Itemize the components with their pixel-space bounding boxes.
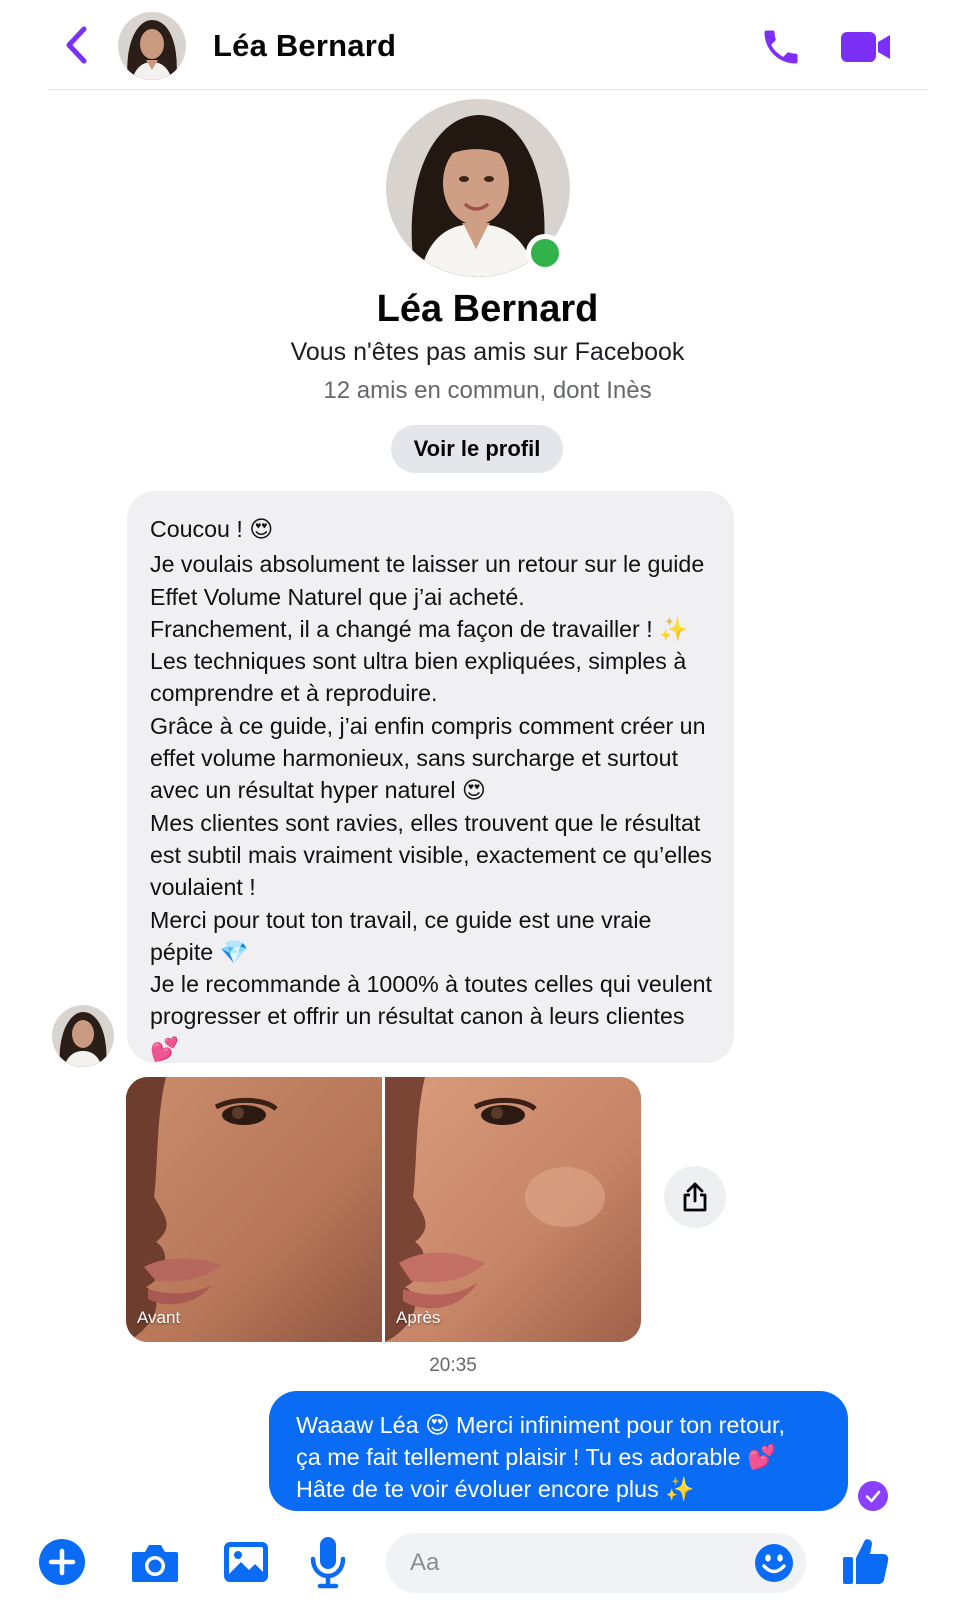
photo-before[interactable]: Avant <box>126 1077 382 1342</box>
mutual-friends: 12 amis en commun, dont Inès <box>323 377 652 404</box>
video-call-button[interactable] <box>838 26 894 68</box>
like-button[interactable] <box>840 1532 890 1590</box>
gallery-button[interactable] <box>221 1538 271 1586</box>
profile-name: Léa Bernard <box>376 288 599 330</box>
share-button[interactable] <box>664 1166 726 1228</box>
view-profile-button[interactable]: Voir le profil <box>391 425 563 473</box>
message-line: ça me fait tellement plaisir ! Tu es ado… <box>296 1444 777 1470</box>
smiley-icon <box>755 1544 793 1582</box>
chevron-left-icon <box>66 26 87 64</box>
microphone-icon <box>310 1537 346 1589</box>
contact-name[interactable]: Léa Bernard <box>213 28 396 64</box>
message-line: Coucou ! 😍 <box>150 516 274 542</box>
friendship-status: Vous n'êtes pas amis sur Facebook <box>290 338 685 366</box>
conversation-header: Léa Bernard <box>0 0 975 90</box>
message-line: Grâce à ce guide, j’ai enfin compris com… <box>150 712 706 804</box>
message-line: Je voulais absolument te laisser un reto… <box>150 551 705 610</box>
message-line: Hâte de te voir évoluer encore plus ✨ <box>296 1476 695 1502</box>
contact-avatar[interactable] <box>118 12 186 80</box>
message-line: Franchement, il a changé ma façon de tra… <box>150 615 688 642</box>
thumbs-up-icon <box>843 1539 889 1584</box>
audio-call-button[interactable] <box>758 24 804 70</box>
incoming-message-bubble[interactable]: Coucou ! 😍 Je voulais absolument te lais… <box>127 491 734 1063</box>
image-icon <box>224 1542 268 1582</box>
message-line: Les techniques sont ultra bien expliquée… <box>150 648 687 707</box>
message-input-container <box>386 1533 806 1593</box>
after-label: Après <box>396 1308 441 1327</box>
share-icon <box>683 1182 707 1212</box>
phone-icon <box>764 30 798 64</box>
seen-indicator <box>858 1481 888 1511</box>
header-divider <box>48 89 928 90</box>
video-camera-icon <box>841 32 890 62</box>
check-circle-icon <box>865 1490 881 1503</box>
emoji-button[interactable] <box>754 1543 794 1583</box>
message-line: Mes clientes sont ravies, elles trouvent… <box>150 809 712 901</box>
message-timestamp: 20:35 <box>429 1355 477 1376</box>
before-after-photos: Avant Après <box>126 1077 641 1342</box>
outgoing-message-bubble[interactable]: Waaaw Léa 😍 Merci infiniment pour ton re… <box>269 1391 848 1511</box>
message-line: Waaaw Léa 😍 Merci infiniment pour ton re… <box>296 1412 785 1438</box>
sender-avatar[interactable] <box>52 1005 114 1067</box>
photo-after[interactable]: Après <box>385 1077 641 1342</box>
online-status-dot <box>526 234 564 272</box>
back-button[interactable] <box>58 22 94 68</box>
plus-circle-icon <box>39 1539 85 1585</box>
message-line: Merci pour tout ton travail, ce guide es… <box>150 906 652 965</box>
before-label: Avant <box>137 1308 181 1327</box>
microphone-button[interactable] <box>308 1534 348 1590</box>
message-line: Je le recommande à 1000% à toutes celles… <box>150 971 712 1062</box>
camera-button[interactable] <box>130 1540 180 1586</box>
message-input[interactable] <box>410 1533 730 1593</box>
add-button[interactable] <box>38 1538 86 1586</box>
camera-icon <box>132 1545 178 1582</box>
